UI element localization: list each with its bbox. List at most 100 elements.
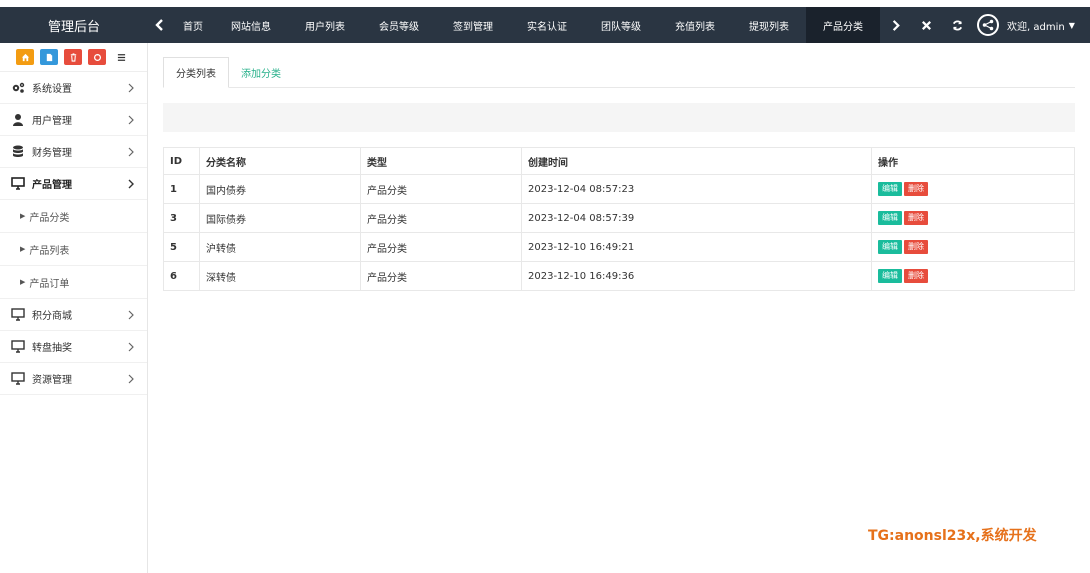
caret-right-icon: ▶	[20, 278, 26, 286]
chevron-right-icon	[128, 374, 134, 384]
cell-name: 沪转债	[199, 232, 361, 262]
tab-site-info[interactable]: 网站信息	[214, 7, 288, 43]
tab-user-list[interactable]: 用户列表	[288, 7, 362, 43]
close-icon	[921, 20, 932, 30]
chevron-right-icon	[128, 342, 134, 352]
tab-add-category[interactable]: 添加分类	[229, 57, 293, 88]
cell-created: 2023-12-04 08:57:39	[521, 203, 872, 233]
home-icon	[21, 53, 29, 61]
sidebar-subitem-label: 产品列表	[29, 245, 70, 257]
monitor-icon	[11, 340, 25, 354]
list-button[interactable]	[112, 49, 130, 65]
table-row: 6 深转债 产品分类 2023-12-10 16:49:36 编辑 删除	[163, 261, 1075, 291]
share-icon	[982, 19, 994, 31]
edit-button[interactable]: 编辑	[878, 269, 902, 283]
monitor-icon	[11, 308, 25, 322]
cell-actions: 编辑 删除	[871, 261, 1075, 291]
cell-actions: 编辑 删除	[871, 174, 1075, 204]
delete-button[interactable]: 删除	[904, 182, 928, 196]
delete-button[interactable]: 删除	[904, 240, 928, 254]
tab-member-level[interactable]: 会员等级	[362, 7, 436, 43]
database-icon	[11, 145, 25, 159]
cell-type: 产品分类	[360, 261, 522, 291]
tab-home[interactable]: 首页	[172, 7, 214, 43]
sidebar-item-points-mall[interactable]: 积分商城	[0, 299, 147, 331]
quick-actions	[0, 43, 147, 72]
main-content: 分类列表 添加分类 ID 分类名称 类型 创建时间 操作 1 国内债券 产品分类…	[163, 43, 1075, 291]
close-tabs-button[interactable]	[911, 7, 942, 43]
cell-actions: 编辑 删除	[871, 203, 1075, 233]
edit-button[interactable]: 编辑	[878, 211, 902, 225]
sidebar-subitem-product-list[interactable]: ▶ 产品列表	[0, 233, 147, 266]
cell-type: 产品分类	[360, 174, 522, 204]
avatar	[977, 14, 999, 36]
column-header-name: 分类名称	[199, 147, 361, 175]
content-tabs: 分类列表 添加分类	[163, 43, 1075, 88]
tab-signin[interactable]: 签到管理	[436, 7, 510, 43]
cell-id: 5	[163, 232, 200, 262]
sidebar-item-product-management[interactable]: 产品管理	[0, 168, 147, 200]
cell-created: 2023-12-10 16:49:36	[521, 261, 872, 291]
sidebar-item-label: 系统设置	[32, 84, 72, 95]
tab-team-level[interactable]: 团队等级	[584, 7, 658, 43]
caret-down-icon: ▼	[1068, 20, 1075, 30]
edit-button[interactable]: 编辑	[878, 182, 902, 196]
sidebar-item-label: 用户管理	[32, 116, 72, 127]
refresh-button[interactable]	[942, 7, 973, 43]
recycle-button[interactable]	[88, 49, 106, 65]
tabs-scroll-left-button[interactable]	[148, 7, 172, 43]
chevron-right-icon	[128, 83, 134, 93]
delete-button[interactable]: 删除	[904, 211, 928, 225]
sidebar-item-user-management[interactable]: 用户管理	[0, 104, 147, 136]
chevron-right-icon	[128, 147, 134, 157]
cell-type: 产品分类	[360, 203, 522, 233]
sidebar-item-label: 产品管理	[32, 180, 72, 191]
file-button[interactable]	[40, 49, 58, 65]
tab-real-name[interactable]: 实名认证	[510, 7, 584, 43]
tab-product-category[interactable]: 产品分类	[806, 7, 880, 43]
tabs-scroll-right-button[interactable]	[880, 7, 911, 43]
sidebar-item-lucky-wheel[interactable]: 转盘抽奖	[0, 331, 147, 363]
cell-name: 深转债	[199, 261, 361, 291]
tab-recharge[interactable]: 充值列表	[658, 7, 732, 43]
brand-title: 管理后台	[47, 19, 100, 35]
cell-id: 3	[163, 203, 200, 233]
caret-right-icon: ▶	[20, 245, 26, 253]
edit-button[interactable]: 编辑	[878, 240, 902, 254]
sidebar-item-system-settings[interactable]: 系统设置	[0, 72, 147, 104]
sidebar-item-label: 财务管理	[32, 148, 72, 159]
home-button[interactable]	[16, 49, 34, 65]
trash-icon	[70, 52, 76, 62]
table-header-row: ID 分类名称 类型 创建时间 操作	[163, 147, 1075, 175]
delete-button[interactable]: 删除	[904, 269, 928, 283]
column-header-created: 创建时间	[521, 147, 872, 175]
trash-button[interactable]	[64, 49, 82, 65]
chevron-right-icon	[128, 310, 134, 320]
column-header-id: ID	[163, 147, 200, 175]
caret-right-icon: ▶	[20, 212, 26, 220]
monitor-icon	[11, 372, 25, 386]
sidebar-subitem-product-orders[interactable]: ▶ 产品订单	[0, 266, 147, 299]
table-row: 1 国内债券 产品分类 2023-12-04 08:57:23 编辑 删除	[163, 174, 1075, 204]
sidebar-subitem-label: 产品订单	[29, 278, 70, 290]
cell-name: 国际债券	[199, 203, 361, 233]
user-menu[interactable]: 欢迎, admin ▼	[973, 7, 1075, 43]
cell-id: 1	[163, 174, 200, 204]
category-table: ID 分类名称 类型 创建时间 操作 1 国内债券 产品分类 2023-12-0…	[163, 147, 1075, 291]
sidebar-item-label: 资源管理	[32, 375, 72, 386]
cell-actions: 编辑 删除	[871, 232, 1075, 262]
column-header-actions: 操作	[871, 147, 1075, 175]
table-row: 5 沪转债 产品分类 2023-12-10 16:49:21 编辑 删除	[163, 232, 1075, 262]
sidebar-item-label: 转盘抽奖	[32, 343, 72, 354]
tab-withdraw[interactable]: 提现列表	[732, 7, 806, 43]
cell-id: 6	[163, 261, 200, 291]
sidebar-subitem-product-category[interactable]: ▶ 产品分类	[0, 200, 147, 233]
column-header-type: 类型	[360, 147, 522, 175]
sidebar-item-resource-management[interactable]: 资源管理	[0, 363, 147, 395]
cell-type: 产品分类	[360, 232, 522, 262]
cell-created: 2023-12-04 08:57:23	[521, 174, 872, 204]
chevron-right-icon	[128, 179, 134, 189]
tab-category-list[interactable]: 分类列表	[163, 57, 229, 88]
gears-icon	[11, 81, 25, 95]
sidebar-item-finance[interactable]: 财务管理	[0, 136, 147, 168]
